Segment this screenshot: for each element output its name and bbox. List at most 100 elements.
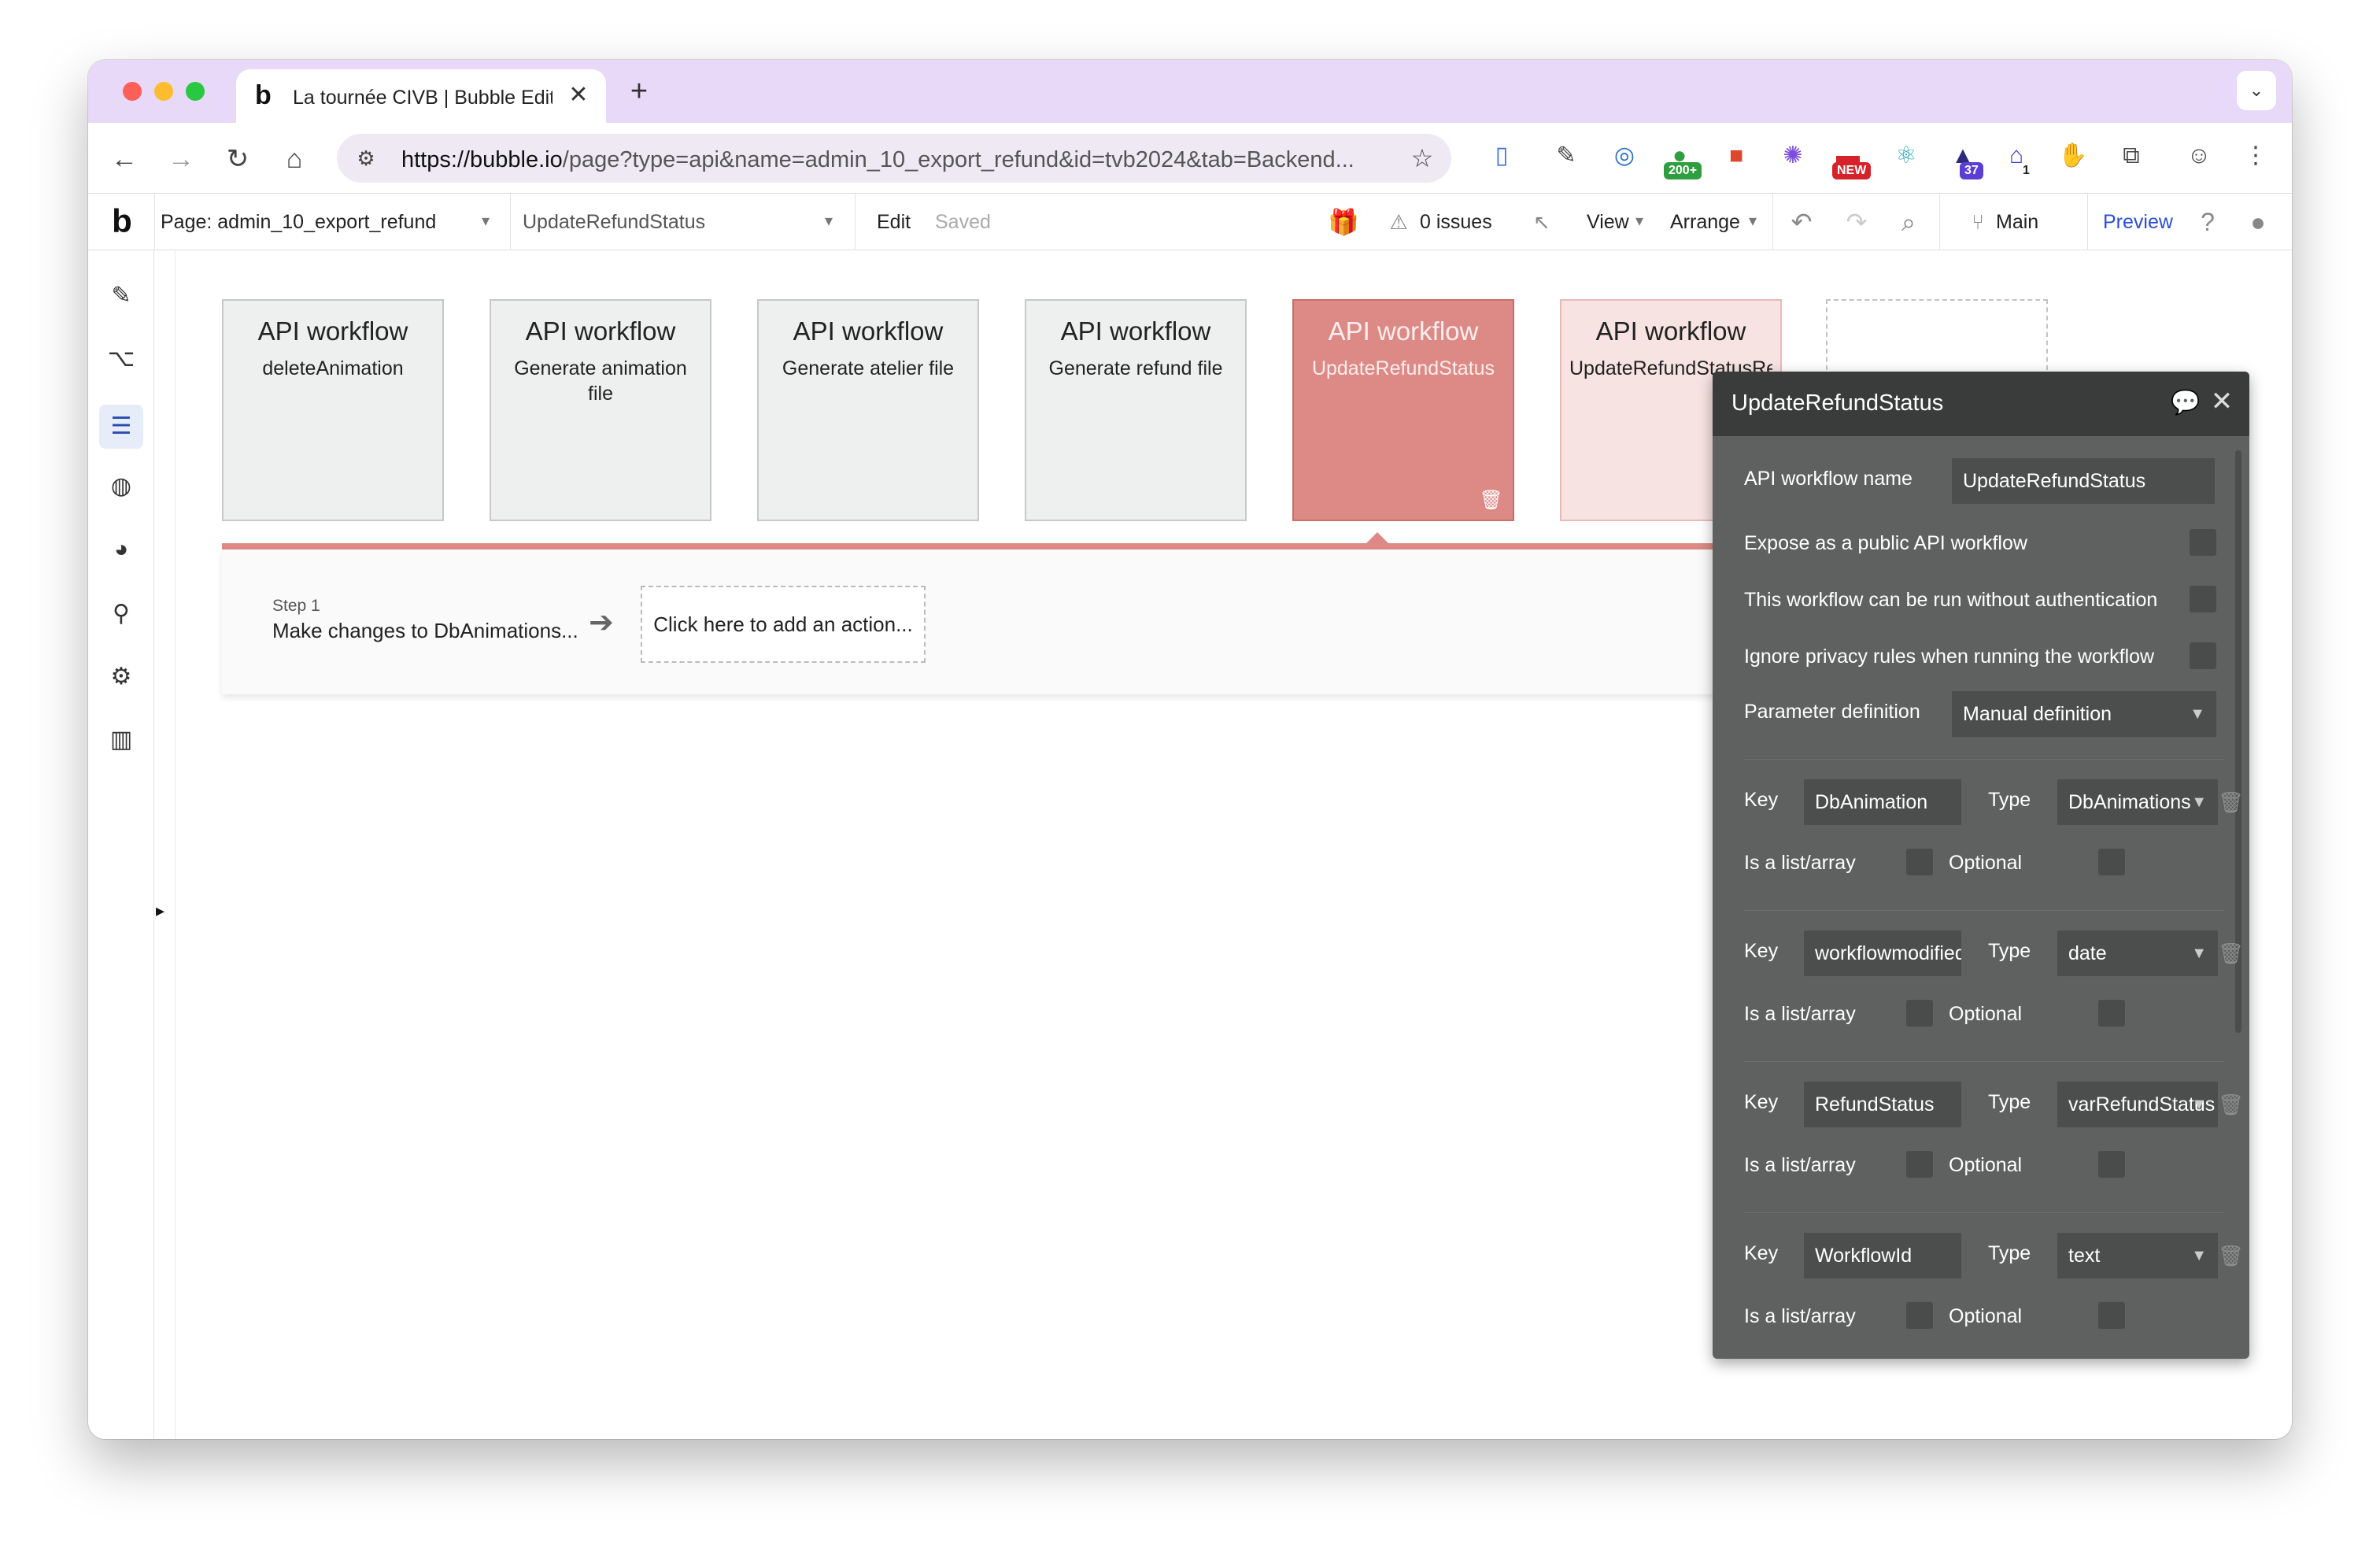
extension-house-icon[interactable]: ⌂ 1	[1999, 139, 2034, 177]
issues-count[interactable]: 0 issues	[1420, 211, 1492, 234]
bubble-logo[interactable]: b	[102, 202, 142, 241]
workflow-icon[interactable]: ⌥	[99, 337, 143, 381]
branch-selector[interactable]: Main	[1996, 211, 2038, 234]
view-menu-chevron-icon[interactable]: ▾	[1635, 211, 1643, 231]
property-editor-header[interactable]: UpdateRefundStatus 💬 ✕	[1713, 372, 2249, 436]
tab-search-chevron-icon[interactable]: ⌄	[2237, 71, 2276, 110]
delete-param-trash-icon[interactable]: 🗑	[2218, 1242, 2244, 1269]
expose-public-checkbox[interactable]	[2190, 529, 2216, 556]
browser-tab[interactable]: b La tournée CIVB | Bubble Editor ✕	[236, 69, 606, 123]
param-type-dropdown[interactable]: DbAnimations ▼	[2057, 779, 2218, 825]
extension-eyedropper-icon[interactable]: ✎	[1549, 139, 1584, 173]
profile-avatar-icon[interactable]: ☺	[2182, 139, 2216, 173]
param-type-dropdown[interactable]: date ▼	[2057, 931, 2218, 976]
param-type-dropdown[interactable]: text ▼	[2057, 1233, 2218, 1278]
extensions-puzzle-icon[interactable]: ⧉	[2114, 139, 2149, 173]
logs-icon[interactable]: ▥	[99, 718, 143, 762]
preview-link[interactable]: Preview	[2103, 211, 2173, 234]
step-action-name[interactable]: Make changes to DbAnimations...	[272, 619, 579, 643]
data-icon[interactable]: ◍	[99, 464, 143, 509]
is-list-checkbox[interactable]	[1906, 849, 1933, 875]
search-icon[interactable]: ⌕	[1892, 206, 1925, 238]
site-settings-icon[interactable]: ⚙	[353, 145, 379, 172]
workflow-card[interactable]: API workflow Generate refund file	[1025, 299, 1247, 521]
settings-icon[interactable]: ⚙	[99, 655, 143, 699]
help-icon[interactable]: ?	[2191, 206, 2224, 238]
back-arrow-icon[interactable]: ←	[109, 143, 140, 175]
extension-doc-icon[interactable]: ▯	[1484, 139, 1519, 173]
gift-icon[interactable]: 🎁	[1327, 206, 1360, 238]
maximize-window-button[interactable]	[186, 82, 205, 101]
plugins-icon[interactable]: ⚲	[99, 592, 143, 636]
tab-close-icon[interactable]: ✕	[567, 82, 590, 109]
extension-gear-icon[interactable]: ✺	[1776, 139, 1810, 173]
extension-atom-icon[interactable]: ⚛	[1889, 139, 1924, 173]
minimize-window-button[interactable]	[154, 82, 173, 101]
no-auth-checkbox[interactable]	[2190, 586, 2216, 612]
optional-checkbox[interactable]	[2098, 1000, 2125, 1027]
extension-graduation-icon[interactable]: ▲ 37	[1946, 139, 1983, 179]
add-action-button[interactable]: Click here to add an action...	[641, 586, 926, 663]
workflow-selector-chevron-icon[interactable]: ▾	[825, 211, 833, 231]
parameter-definition-dropdown[interactable]: Manual definition ▼	[1952, 691, 2216, 737]
comment-icon[interactable]: 💬	[2171, 389, 2202, 416]
close-panel-icon[interactable]: ✕	[2208, 386, 2235, 417]
user-account-icon[interactable]: ●	[2241, 206, 2275, 238]
undo-icon[interactable]: ↶	[1785, 206, 1818, 238]
param-key-input[interactable]: RefundStatus	[1804, 1082, 1961, 1127]
header-divider	[154, 194, 155, 250]
optional-checkbox[interactable]	[2098, 1151, 2125, 1178]
url-text[interactable]: https://bubble.io/page?type=api&name=adm…	[401, 147, 1401, 173]
view-menu[interactable]: View	[1587, 211, 1629, 234]
inspect-cursor-icon[interactable]: ↖	[1525, 206, 1558, 238]
redo-icon[interactable]: ↷	[1840, 206, 1873, 238]
workflow-card-selected[interactable]: API workflow UpdateRefundStatus 🗑	[1292, 299, 1514, 521]
delete-param-trash-icon[interactable]: 🗑	[2218, 1091, 2244, 1118]
expand-panel-caret-icon[interactable]: ▸	[156, 899, 172, 923]
workflow-card[interactable]: API workflow deleteAnimation	[222, 299, 444, 521]
home-icon[interactable]: ⌂	[279, 143, 310, 175]
reload-icon[interactable]: ↻	[222, 143, 253, 175]
param-key-input[interactable]: DbAnimation	[1804, 779, 1961, 825]
saved-status: Saved	[935, 211, 991, 233]
extension-globe-icon[interactable]: ◎	[1607, 139, 1642, 173]
is-list-checkbox[interactable]	[1906, 1151, 1933, 1178]
arrange-menu[interactable]: Arrange	[1670, 211, 1740, 234]
styles-icon[interactable]: ◕	[99, 527, 143, 572]
workflow-card[interactable]: API workflow Generate animation file	[490, 299, 711, 521]
close-window-button[interactable]	[123, 82, 142, 101]
browser-window: b La tournée CIVB | Bubble Editor ✕ + ⌄ …	[88, 60, 2292, 1439]
workflow-card[interactable]: API workflow Generate atelier file	[757, 299, 979, 521]
param-type-dropdown[interactable]: varRefundStatus ▼	[2057, 1082, 2218, 1127]
backend-workflows-icon[interactable]: ☰	[99, 405, 143, 449]
delete-workflow-trash-icon[interactable]: 🗑	[1480, 489, 1503, 512]
optional-checkbox[interactable]	[2098, 849, 2125, 875]
address-bar[interactable]: ⚙ https://bubble.io/page?type=api&name=a…	[337, 134, 1451, 183]
forward-arrow-icon[interactable]: →	[165, 143, 197, 175]
extension-translate-icon[interactable]: ■	[1719, 139, 1754, 173]
delete-param-trash-icon[interactable]: 🗑	[2218, 940, 2244, 967]
param-type-value: date	[2068, 942, 2107, 964]
param-key-input[interactable]: workflowmodified	[1804, 931, 1961, 976]
arrange-menu-chevron-icon[interactable]: ▾	[1749, 211, 1757, 231]
param-key-input[interactable]: WorkflowId	[1804, 1233, 1961, 1278]
extension-hand-icon[interactable]: ✋	[2056, 139, 2090, 173]
browser-menu-icon[interactable]: ⋮	[2238, 139, 2273, 173]
add-workflow-placeholder[interactable]	[1826, 299, 2048, 370]
design-pencil-icon[interactable]: ✎	[99, 274, 143, 318]
is-list-checkbox[interactable]	[1906, 1302, 1933, 1329]
edit-mode-label[interactable]: Edit	[877, 211, 911, 234]
is-list-checkbox[interactable]	[1906, 1000, 1933, 1027]
workflow-selector[interactable]: UpdateRefundStatus	[523, 211, 705, 234]
new-tab-button[interactable]: +	[623, 76, 655, 107]
extension-new-icon[interactable]: ▬ NEW	[1831, 139, 1872, 179]
extension-counter-icon[interactable]: ● 200+	[1662, 139, 1702, 179]
page-selector[interactable]: Page: admin_10_export_refund	[161, 211, 436, 234]
page-selector-chevron-icon[interactable]: ▾	[482, 211, 490, 231]
delete-param-trash-icon[interactable]: 🗑	[2218, 789, 2244, 816]
ignore-privacy-checkbox[interactable]	[2190, 642, 2216, 669]
bookmark-star-icon[interactable]: ☆	[1407, 143, 1437, 173]
optional-checkbox[interactable]	[2098, 1302, 2125, 1329]
selected-card-pointer	[1366, 532, 1388, 543]
api-workflow-name-input[interactable]: UpdateRefundStatus	[1952, 458, 2215, 504]
